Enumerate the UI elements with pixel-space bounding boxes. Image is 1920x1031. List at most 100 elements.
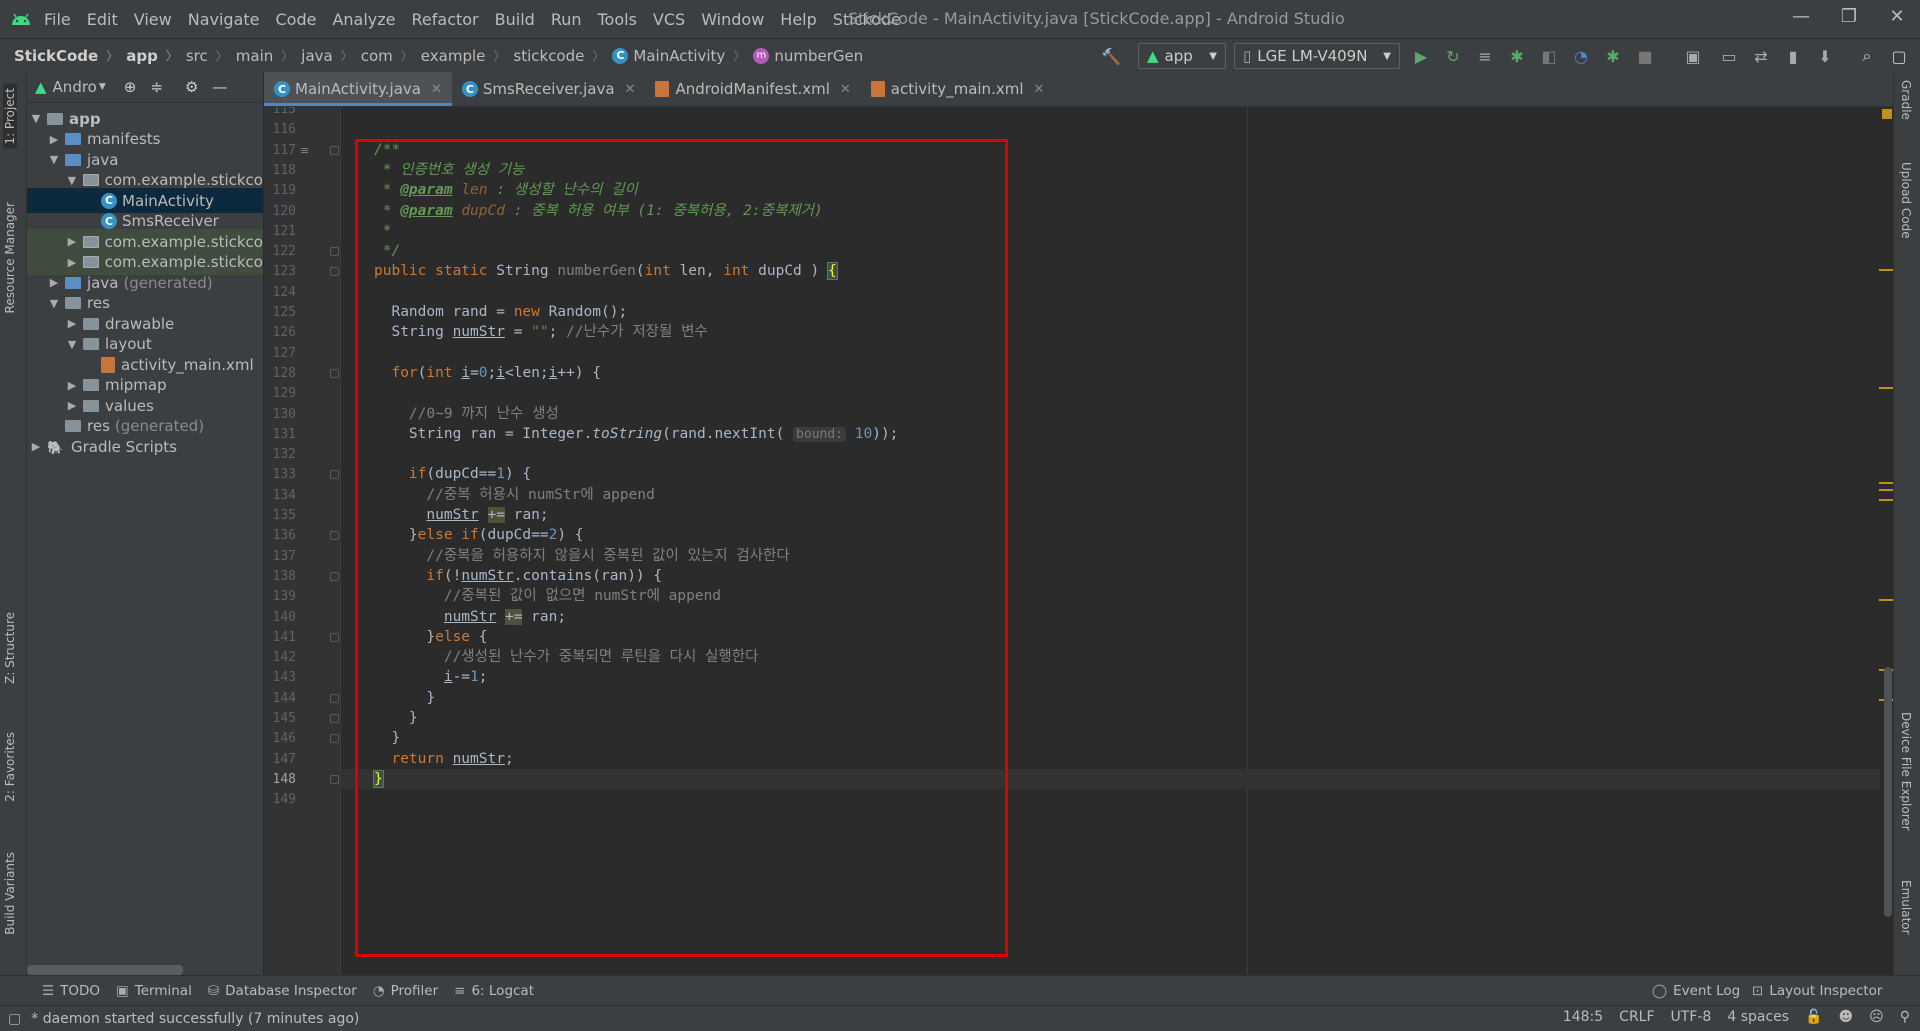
breadcrumb-item[interactable]: example 〉 [421,47,514,65]
tool-gradle[interactable]: Gradle [1899,80,1913,120]
tool-resource-manager[interactable]: Resource Manager [3,202,17,313]
expanded-arrow-icon[interactable]: ▼ [47,153,61,166]
doc-render-icon[interactable]: ≡ [300,144,309,157]
breadcrumb-item[interactable]: java 〉 [301,47,360,65]
project-scrollbar[interactable] [27,965,183,975]
lock-icon[interactable]: 🔓 [1805,1009,1822,1025]
sdk-manager-icon[interactable]: ⬇ [1814,45,1836,67]
tool-upload-code[interactable]: Upload Code [1899,162,1913,239]
tool-build-variants[interactable]: Build Variants [3,852,17,935]
fold-marker-icon[interactable] [330,734,339,744]
tool-event-log[interactable]: ◯ Event Log [1652,983,1740,999]
menu-navigate[interactable]: Navigate [180,10,268,29]
hide-icon[interactable]: — [212,78,227,96]
menu-build[interactable]: Build [487,10,543,29]
close-tab-icon[interactable]: ✕ [1034,82,1045,97]
sync-gradle-icon[interactable]: ⇄ [1750,45,1772,67]
locate-icon[interactable]: ⊕ [124,78,137,96]
tool-logcat[interactable]: ≡ 6: Logcat [454,983,534,999]
coverage-icon[interactable]: ◧ [1538,45,1560,67]
close-tab-icon[interactable]: ✕ [625,82,636,97]
menu-vcs[interactable]: VCS [645,10,693,29]
menu-code[interactable]: Code [268,10,325,29]
fold-marker-icon[interactable] [330,368,339,378]
run-config-select[interactable]: ▲ app ▼ [1138,43,1226,69]
menu-file[interactable]: File [36,10,79,29]
menu-refactor[interactable]: Refactor [404,10,487,29]
minimize-button[interactable]: — [1778,6,1824,27]
search-icon[interactable]: ⌕ [1856,45,1878,67]
avd-manager-icon[interactable]: ▭ [1718,45,1740,67]
profile-icon[interactable]: ◔ [1570,45,1592,67]
project-view-selector[interactable]: Andro [53,78,97,96]
fold-marker-icon[interactable] [330,247,339,257]
collapse-all-icon[interactable]: ≑ [150,78,163,96]
device-select[interactable]: ▯ LGE LM-V409N ▼ [1234,43,1400,69]
tool-device-file-explorer[interactable]: Device File Explorer [1899,712,1913,831]
breadcrumb-item[interactable]: stickcode 〉 [513,47,612,65]
tool-layout-inspector[interactable]: ⊡ Layout Inspector [1752,983,1882,999]
tool-todo[interactable]: ☰ TODO [42,983,100,999]
menu-edit[interactable]: Edit [79,10,126,29]
fold-marker-icon[interactable] [330,774,339,784]
build-hammer-icon[interactable]: 🔨 [1100,45,1122,67]
expanded-arrow-icon[interactable]: ▼ [47,297,61,310]
collapsed-arrow-icon[interactable]: ▶ [47,133,61,146]
tool-terminal[interactable]: ▣ Terminal [116,983,192,999]
close-tab-icon[interactable]: ✕ [431,82,442,97]
tool-structure[interactable]: Z: Structure [3,612,17,684]
close-tab-icon[interactable]: ✕ [840,82,851,97]
editor-tab[interactable]: C SmsReceiver.java ✕ [452,72,646,106]
collapsed-arrow-icon[interactable]: ▶ [65,256,79,269]
indent-setting[interactable]: 4 spaces [1727,1009,1789,1025]
fold-marker-icon[interactable] [330,632,339,642]
account-icon[interactable]: ▢ [1888,45,1910,67]
device-manager-icon[interactable]: ▮ [1782,45,1804,67]
debug-icon[interactable]: ✱ [1506,45,1528,67]
tree-item[interactable]: ▶ 🐘 Gradle Scripts [27,434,263,459]
breadcrumb-item[interactable]: com 〉 [361,47,421,65]
menu-help[interactable]: Help [772,10,824,29]
line-separator[interactable]: CRLF [1619,1009,1654,1025]
breadcrumb-item[interactable]: app 〉 [126,47,186,65]
fold-marker-icon[interactable] [330,571,339,581]
collapsed-arrow-icon[interactable]: ▶ [65,399,79,412]
apply-changes-icon[interactable]: ↻ [1442,45,1464,67]
gear-icon[interactable]: ⚙ [185,78,198,96]
collapsed-arrow-icon[interactable]: ▶ [47,276,61,289]
apply-code-icon[interactable]: ≡ [1474,45,1496,67]
breadcrumb-item[interactable]: StickCode 〉 [14,47,126,65]
project-structure-icon[interactable]: ▣ [1682,45,1704,67]
maximize-button[interactable]: ❐ [1826,6,1872,27]
fold-marker-icon[interactable] [330,714,339,723]
menu-view[interactable]: View [126,10,180,29]
expanded-arrow-icon[interactable]: ▼ [65,338,79,351]
breadcrumb-item[interactable]: C MainActivity 〉 [612,47,753,65]
file-encoding[interactable]: UTF-8 [1671,1009,1712,1025]
face-sad-icon[interactable]: ☹ [1869,1009,1884,1025]
collapsed-arrow-icon[interactable]: ▶ [65,317,79,330]
fold-marker-icon[interactable] [330,267,339,277]
breadcrumb-item[interactable]: m numberGen [753,47,863,65]
face-icon[interactable]: ☻ [1839,1009,1854,1025]
collapsed-arrow-icon[interactable]: ▶ [65,379,79,392]
editor-scrollbar[interactable] [1879,107,1894,975]
fold-marker-icon[interactable] [330,693,339,703]
tool-profiler[interactable]: ◔ Profiler [373,983,438,999]
editor-scroll-thumb[interactable] [1884,667,1892,917]
breadcrumb-item[interactable]: main 〉 [236,47,302,65]
tool-project[interactable]: 1: Project [3,84,17,149]
menu-tools[interactable]: Tools [590,10,645,29]
warning-indicator-icon[interactable] [1882,109,1892,119]
expanded-arrow-icon[interactable]: ▼ [29,112,43,125]
editor-tab[interactable]: activity_main.xml ✕ [861,72,1055,106]
notifications-icon[interactable]: ⚲ [1900,1009,1910,1025]
toggle-tool-windows-icon[interactable]: ▢ [8,1011,21,1027]
editor-tab[interactable]: C MainActivity.java ✕ [264,72,452,106]
editor-tab[interactable]: AndroidManifest.xml ✕ [645,72,860,106]
attach-debugger-icon[interactable]: ✱ [1602,45,1624,67]
fold-marker-icon[interactable] [330,145,339,155]
tool-emulator[interactable]: Emulator [1899,880,1913,935]
chevron-down-icon[interactable]: ▼ [99,82,106,92]
expanded-arrow-icon[interactable]: ▼ [65,174,79,187]
